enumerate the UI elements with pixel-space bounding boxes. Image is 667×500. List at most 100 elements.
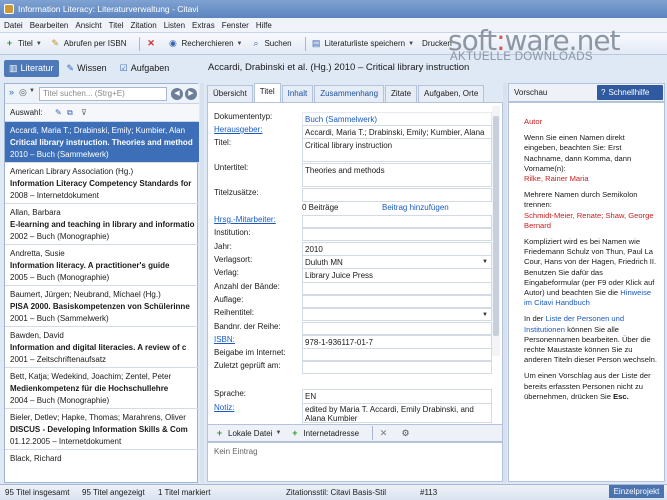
- series-field[interactable]: ▼: [302, 308, 492, 321]
- list-item[interactable]: Baumert, Jürgen; Neubrand, Michael (Hg.)…: [5, 286, 199, 327]
- tab-titel[interactable]: Titel: [253, 83, 281, 102]
- notes-label-link[interactable]: Notiz:: [214, 403, 299, 412]
- chevron-down-icon[interactable]: ▼: [482, 310, 488, 320]
- toolbar-separator: [139, 36, 141, 51]
- attachment-list: Kein Eintrag: [207, 442, 503, 482]
- menu-datei[interactable]: Datei: [4, 21, 23, 30]
- list-item[interactable]: Bett, Katja; Wedekind, Joachim; Zentel, …: [5, 368, 199, 409]
- titleadd-field[interactable]: [302, 188, 492, 202]
- tab-uebersicht[interactable]: Übersicht: [207, 85, 253, 102]
- search-button[interactable]: ⌕ Suchen: [250, 38, 291, 49]
- list-item[interactable]: Bieler, Detlev; Hapke, Thomas; Marahrens…: [5, 409, 199, 450]
- sort-icon[interactable]: »: [9, 87, 14, 97]
- add-title-button[interactable]: + Titel ▼: [4, 38, 42, 49]
- preview-title: Vorschau: [514, 88, 548, 97]
- quick-help-button[interactable]: ? Schnellhilfe: [597, 85, 663, 100]
- plus-icon: +: [292, 427, 298, 438]
- chevron-down-icon: ▼: [35, 40, 42, 47]
- toolbar-separator: [372, 426, 374, 440]
- list-item[interactable]: American Library Association (Hg.) Infor…: [5, 163, 199, 204]
- tab-zitate[interactable]: Zitate: [385, 85, 418, 102]
- status-citation-style[interactable]: Zitationsstil: Citavi Basis-Stil: [286, 485, 386, 500]
- checked-field[interactable]: [302, 361, 492, 374]
- save-list-button[interactable]: ▤ Literaturliste speichern ▼: [311, 38, 414, 49]
- menu-fenster[interactable]: Fenster: [222, 21, 249, 30]
- help-paragraph: Kompliziert wird es bei Namen wie Friede…: [524, 237, 657, 308]
- list-item[interactable]: Bawden, David Information and digital li…: [5, 327, 199, 368]
- comaintainer-label-link[interactable]: Hrsg.-Mitarbeiter:: [214, 215, 299, 224]
- selection-icon[interactable]: ✎: [55, 104, 62, 122]
- delete-icon: ✕: [147, 38, 155, 48]
- window-titlebar: Information Literacy: Literaturverwaltun…: [0, 0, 667, 18]
- title-field[interactable]: Critical library instruction: [302, 138, 492, 162]
- list-item[interactable]: Accardi, Maria T.; Drabinski, Emily; Kum…: [5, 122, 199, 163]
- remove-attachment-button[interactable]: ✕: [378, 428, 392, 439]
- research-button[interactable]: ◉ Recherchieren ▼: [167, 38, 242, 49]
- gear-icon: ⚙: [401, 427, 410, 438]
- notes-field[interactable]: edited by Maria T. Accardi, Emily Drabin…: [302, 403, 492, 423]
- menu-titel[interactable]: Titel: [109, 21, 124, 30]
- attachment-toolbar: + Lokale Datei ▼ + Internetadresse ✕ ⚙: [207, 424, 503, 442]
- online-field[interactable]: [302, 348, 492, 361]
- editors-label-link[interactable]: Herausgeber:: [214, 125, 299, 134]
- left-splitter[interactable]: [200, 83, 204, 483]
- selection-label: Auswahl:: [10, 108, 43, 117]
- status-bar: 95 Titel insgesamt 95 Titel angezeigt 1 …: [0, 484, 667, 500]
- local-file-button[interactable]: + Lokale Datei ▼: [214, 428, 282, 439]
- title-list: Accardi, Maria T.; Drabinski, Emily; Kum…: [5, 122, 199, 484]
- menu-ansicht[interactable]: Ansicht: [75, 21, 101, 30]
- edition-field[interactable]: [302, 295, 492, 308]
- seriesno-field[interactable]: [302, 322, 492, 335]
- menu-listen[interactable]: Listen: [164, 21, 185, 30]
- publisher-field[interactable]: Library Juice Press: [302, 268, 492, 283]
- language-field[interactable]: EN: [302, 389, 492, 404]
- books-icon: ▥: [9, 62, 18, 73]
- search-icon: ⌕: [253, 38, 259, 48]
- chevron-down-icon[interactable]: ▼: [29, 88, 35, 94]
- volumes-field[interactable]: [302, 282, 492, 295]
- list-item[interactable]: Andretta, Susie Information literacy. A …: [5, 245, 199, 286]
- help-paragraph: In der Liste der Personen und Institutio…: [524, 314, 657, 365]
- form-scrollbar[interactable]: [492, 106, 500, 356]
- list-item[interactable]: Black, Richard: [5, 450, 199, 484]
- institution-field[interactable]: [302, 228, 492, 241]
- filter-options-icon[interactable]: ◎: [19, 87, 27, 98]
- list-item[interactable]: Allan, Barbara E-learning and teaching i…: [5, 204, 199, 245]
- attachment-options-button[interactable]: ⚙: [400, 428, 414, 439]
- document-title: Accardi, Drabinski et al. (Hg.) 2010 – C…: [208, 62, 470, 73]
- menu-hilfe[interactable]: Hilfe: [256, 21, 272, 30]
- isbn-button[interactable]: ✎ Abrufen per ISBN: [50, 38, 127, 49]
- mode-aufgaben[interactable]: ☑ Aufgaben: [115, 60, 175, 77]
- search-input[interactable]: Titel suchen... (Strg+E): [39, 87, 167, 101]
- subtitle-field[interactable]: Theories and methods: [302, 163, 492, 187]
- right-splitter[interactable]: [503, 83, 507, 483]
- project-type-button[interactable]: Einzelprojekt: [609, 485, 664, 498]
- help-paragraph: Mehrere Namen durch Semikolon trennen: Sc…: [524, 190, 654, 230]
- tab-inhalt[interactable]: Inhalt: [281, 85, 314, 102]
- delete-button[interactable]: ✕: [145, 38, 159, 49]
- globe-icon: ◉: [169, 38, 177, 48]
- comaintainer-field[interactable]: [302, 215, 492, 228]
- isbn-label-link[interactable]: ISBN:: [214, 335, 299, 344]
- scrollbar-thumb[interactable]: [493, 116, 499, 336]
- window-title: Information Literacy: Literaturverwaltun…: [18, 4, 199, 14]
- quick-help-content: Autor Wenn Sie einen Namen direkt eingeb…: [508, 102, 665, 482]
- web-address-button[interactable]: + Internetadresse: [289, 428, 359, 439]
- search-row: » ◎ ▼ Titel suchen... (Strg+E) ◀ ▶: [5, 84, 199, 104]
- previous-title-button[interactable]: ◀: [171, 88, 183, 100]
- menu-zitation[interactable]: Zitation: [130, 21, 156, 30]
- title-form: Dokumententyp: Buch (Sammelwerk) Herausg…: [207, 102, 503, 432]
- next-title-button[interactable]: ▶: [185, 88, 197, 100]
- copy-icon[interactable]: ⧉: [67, 104, 73, 122]
- mode-wissen[interactable]: ✎ Wissen: [62, 60, 112, 77]
- chevron-down-icon[interactable]: ▼: [482, 257, 488, 268]
- filter-icon[interactable]: ⊽: [81, 104, 87, 122]
- mode-literatur[interactable]: ▥ Literatur: [4, 59, 59, 77]
- tab-zusammenhang[interactable]: Zusammenhang: [314, 85, 385, 102]
- status-shown: 95 Titel angezeigt: [82, 488, 145, 497]
- add-contribution-link[interactable]: Beitrag hinzufügen: [382, 203, 449, 212]
- chevron-down-icon: ▼: [275, 430, 282, 436]
- tab-aufgaben-orte[interactable]: Aufgaben, Orte: [418, 85, 485, 102]
- menu-extras[interactable]: Extras: [192, 21, 215, 30]
- menu-bearbeiten[interactable]: Bearbeiten: [30, 21, 69, 30]
